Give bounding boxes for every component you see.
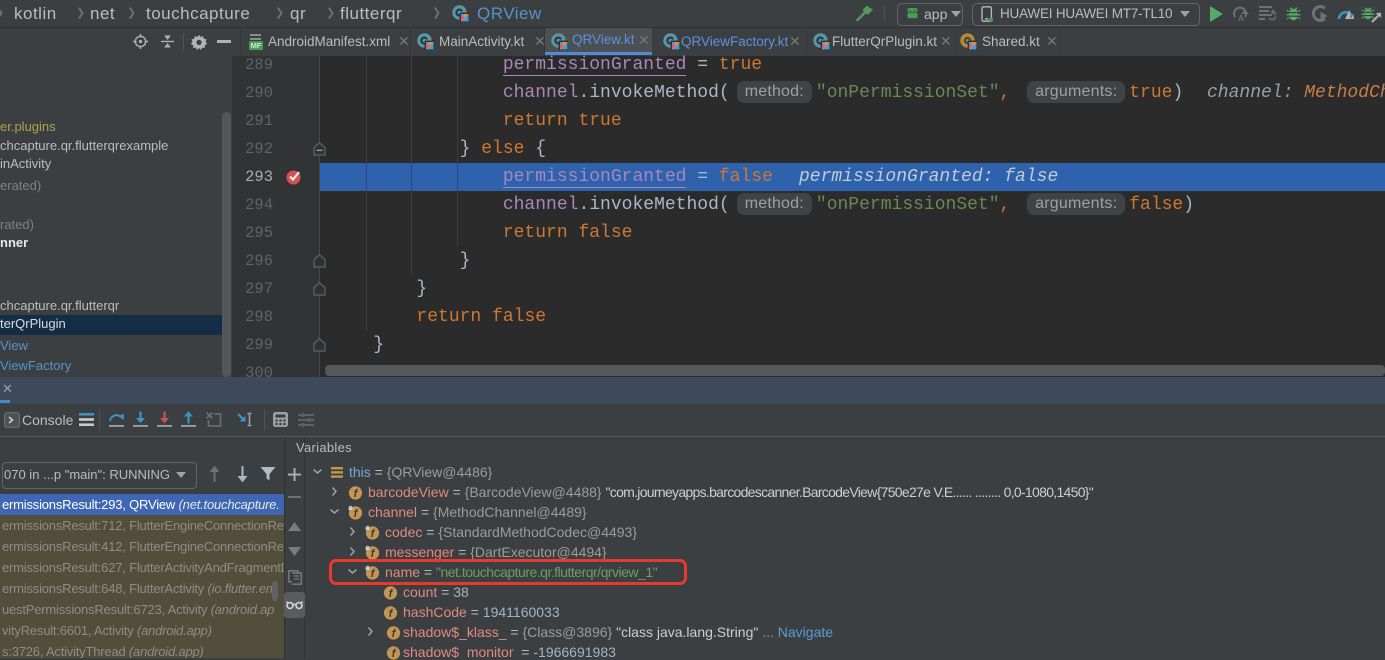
svg-text:A: A xyxy=(1238,14,1244,22)
svg-text:MF: MF xyxy=(251,41,262,50)
